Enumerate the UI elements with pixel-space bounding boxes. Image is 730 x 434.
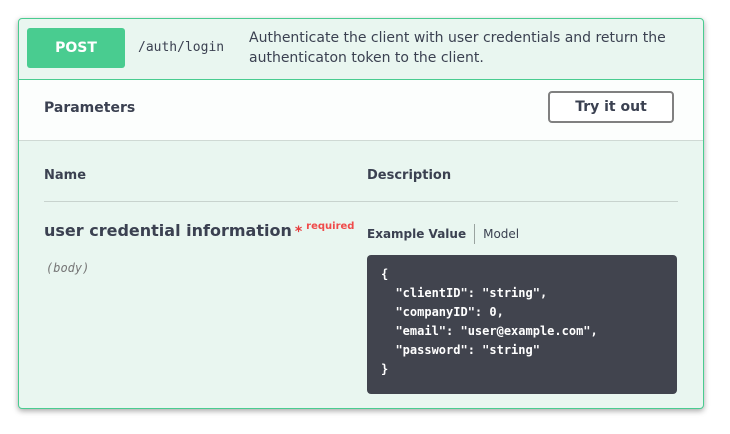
tab-separator [474, 224, 476, 244]
example-value-code[interactable]: { "clientID": "string", "companyID": 0, … [367, 255, 677, 394]
required-label: required [306, 221, 355, 232]
parameters-title: Parameters [44, 100, 136, 116]
parameter-name: user credential information * required [44, 221, 354, 240]
tab-example-value[interactable]: Example Value [367, 227, 466, 241]
parameters-header: Parameters Try it out [19, 80, 703, 141]
operation-description: Authenticate the client with user creden… [249, 30, 666, 66]
parameter-name-text: user credential information [44, 221, 292, 240]
required-star: * [294, 224, 303, 240]
operation-block-post-auth-login: POST /auth/login Authenticate the client… [18, 18, 704, 409]
try-it-out-button[interactable]: Try it out [548, 91, 674, 123]
method-badge: POST [27, 28, 125, 68]
table-divider [44, 201, 678, 202]
column-header-description: Description [367, 168, 452, 183]
tab-model[interactable]: Model [483, 227, 519, 241]
example-tabs: Example Value Model [367, 223, 519, 245]
operation-path: /auth/login [138, 40, 225, 55]
operation-summary[interactable]: POST /auth/login Authenticate the client… [19, 19, 703, 80]
parameter-location: (body) [46, 261, 90, 275]
column-header-name: Name [44, 168, 87, 183]
